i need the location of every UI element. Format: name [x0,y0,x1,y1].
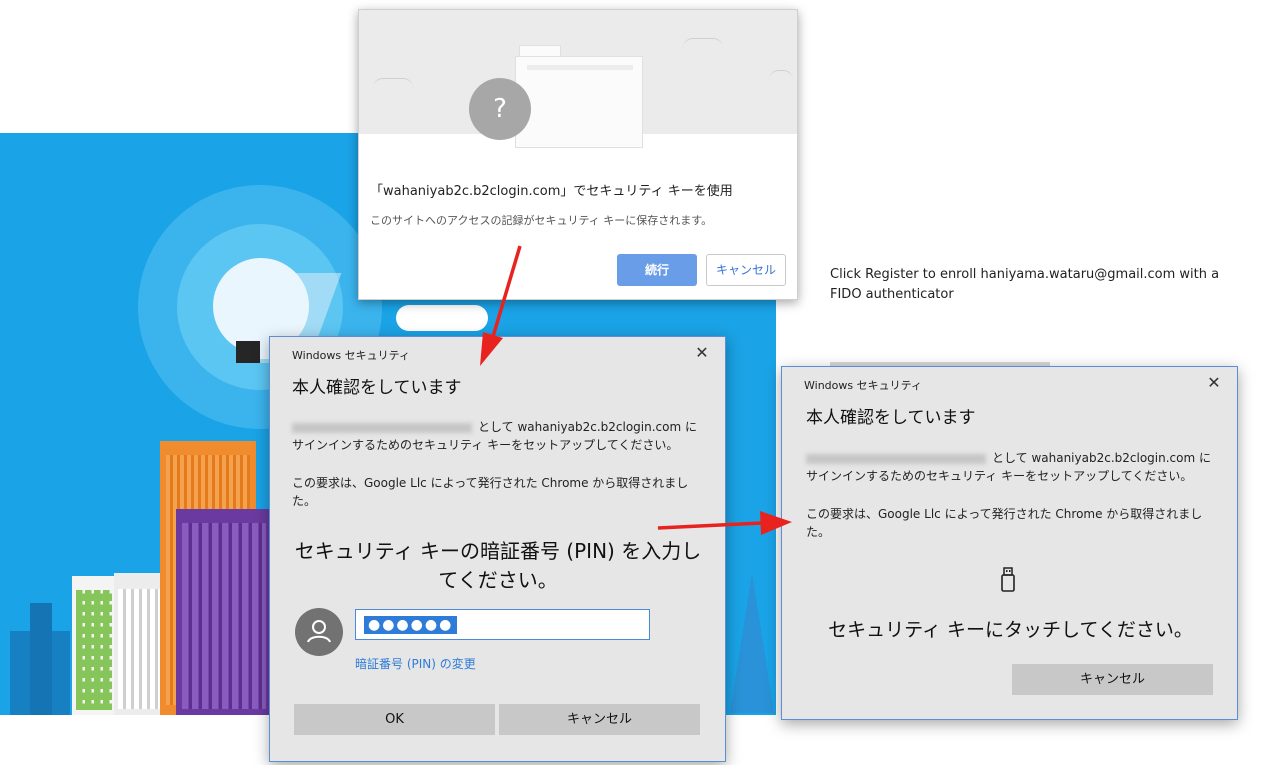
annotation-arrows [480,245,792,535]
arrow-down [480,245,522,366]
arrow-right [657,511,792,535]
